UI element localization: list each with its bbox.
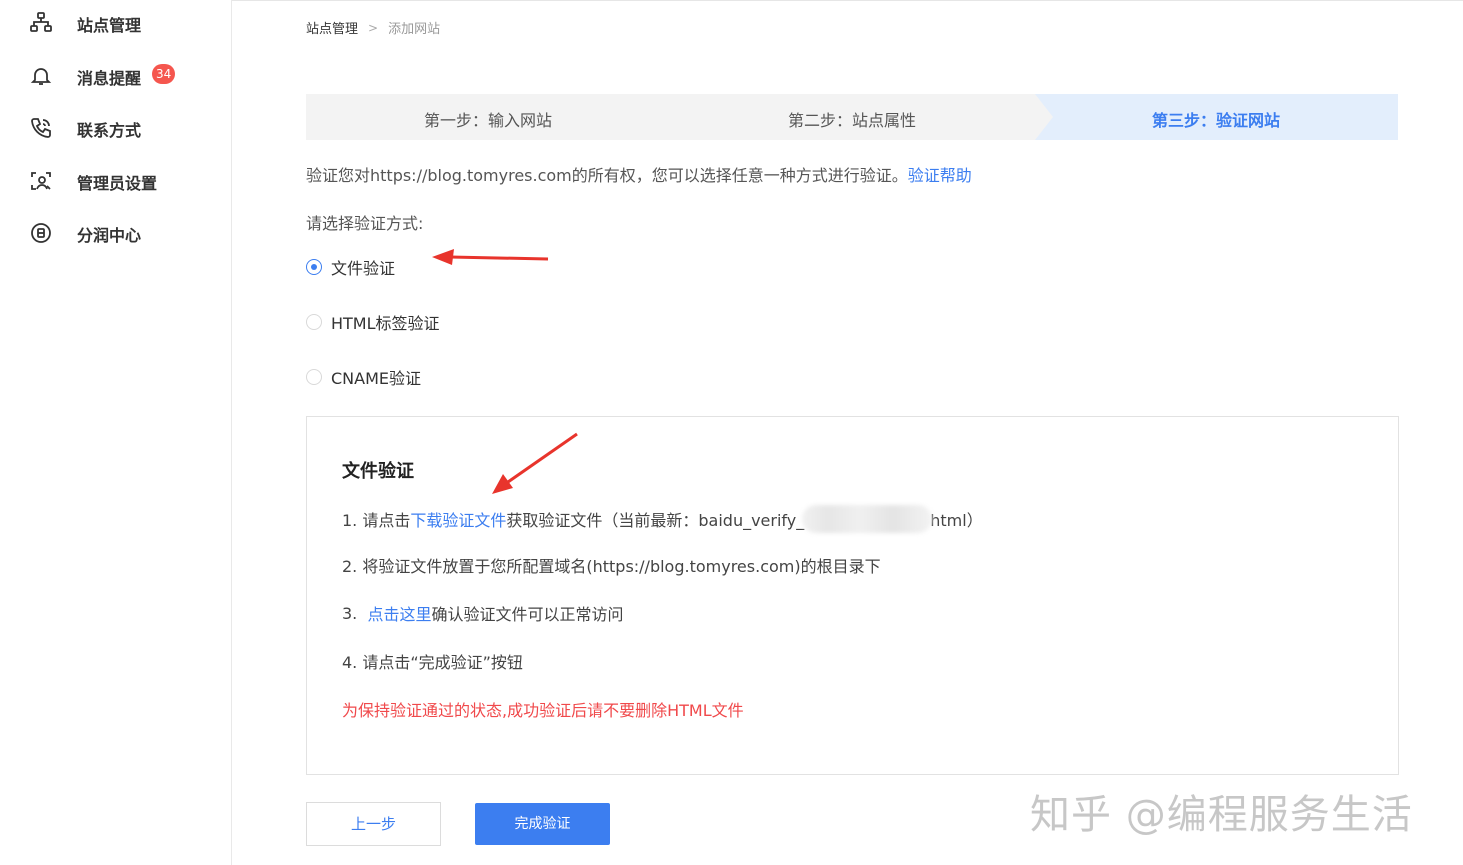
download-verify-file-link[interactable]: 下载验证文件 bbox=[410, 507, 506, 531]
radio-html-tag[interactable] bbox=[306, 314, 322, 330]
radio-cname-label: CNAME验证 bbox=[331, 369, 422, 388]
step-2-label: 第二步：站点属性 bbox=[788, 111, 917, 130]
sidebar-item-label: 管理员设置 bbox=[77, 174, 158, 193]
step1-middle: 获取验证文件（当前最新：baidu_verify_ bbox=[506, 511, 805, 530]
verification-help-link[interactable]: 验证帮助 bbox=[908, 166, 972, 185]
verification-description: 验证您对https://blog.tomyres.com的所有权，您可以选择任意… bbox=[306, 162, 972, 186]
check-access-link[interactable]: 点击这里 bbox=[367, 601, 431, 625]
sidebar-item-site-management[interactable]: 站点管理 bbox=[0, 2, 232, 42]
admin-user-icon bbox=[28, 168, 54, 194]
sidebar-item-label: 消息提醒 bbox=[77, 69, 142, 88]
breadcrumb-current: 添加网站 bbox=[388, 22, 441, 37]
radio-file-checked[interactable] bbox=[306, 259, 322, 275]
redacted-filename bbox=[802, 505, 933, 533]
step-progress: 第一步：输入网站 第二步：站点属性 第三步：验证网站 bbox=[306, 94, 1398, 140]
method-label: 请选择验证方式: bbox=[306, 214, 424, 233]
method-html-tag-option[interactable]: HTML标签验证 bbox=[306, 310, 440, 334]
step1-suffix: html） bbox=[930, 511, 983, 530]
step3-prefix: 3. bbox=[342, 603, 368, 623]
revenue-icon bbox=[28, 220, 54, 246]
finish-verification-button[interactable]: 完成验证 bbox=[475, 803, 610, 845]
keep-file-warning: 为保持验证通过的状态,成功验证后请不要删除HTML文件 bbox=[342, 701, 744, 720]
step-1: 第一步：输入网站 bbox=[306, 94, 676, 140]
sidebar-item-contact[interactable]: 联系方式 bbox=[0, 107, 232, 147]
step3-suffix: 确认验证文件可以正常访问 bbox=[431, 605, 624, 624]
sidebar-item-revenue-center[interactable]: 分润中心 bbox=[0, 212, 232, 252]
step-1-label: 第一步：输入网站 bbox=[424, 111, 553, 130]
radio-html-tag-label: HTML标签验证 bbox=[331, 314, 440, 333]
red-arrow-icon bbox=[432, 249, 549, 265]
phone-icon bbox=[28, 115, 54, 141]
instruction-step-1: 1. 请点击 下载验证文件 获取验证文件（当前最新：baidu_verify_ htm… bbox=[342, 505, 983, 533]
breadcrumb-root[interactable]: 站点管理 bbox=[306, 18, 358, 37]
sidebar-item-notifications[interactable]: 消息提醒 34 bbox=[0, 55, 232, 95]
step-3-active: 第三步：验证网站 bbox=[1036, 94, 1398, 140]
sidebar: 站点管理 消息提醒 34 联系方式 管理员设置 分润中心 bbox=[0, 0, 232, 865]
step1-prefix: 1. 请点击 bbox=[342, 511, 411, 530]
step-2: 第二步：站点属性 bbox=[676, 94, 1036, 140]
sidebar-item-label: 站点管理 bbox=[77, 16, 142, 35]
instruction-step-2: 2. 将验证文件放置于您所配置域名(https://blog.tomyres.c… bbox=[342, 557, 881, 576]
file-verify-panel: 文件验证 1. 请点击 下载验证文件 获取验证文件（当前最新：baidu_verif… bbox=[306, 416, 1399, 775]
method-cname-option[interactable]: CNAME验证 bbox=[306, 365, 421, 389]
breadcrumb-separator: > bbox=[368, 20, 379, 35]
watermark: 知乎 @编程服务生活 bbox=[1030, 792, 1413, 838]
sidebar-item-label: 分润中心 bbox=[77, 226, 142, 245]
previous-step-button[interactable]: 上一步 bbox=[306, 802, 441, 846]
instruction-step-4: 4. 请点击“完成验证”按钮 bbox=[342, 653, 523, 672]
sidebar-item-admin-settings[interactable]: 管理员设置 bbox=[0, 160, 232, 200]
instruction-step-3: 3. 点击这里 确认验证文件可以正常访问 bbox=[342, 601, 623, 625]
bell-icon bbox=[28, 63, 54, 89]
method-file-option[interactable]: 文件验证 bbox=[306, 255, 395, 279]
description-text: 验证您对https://blog.tomyres.com的所有权，您可以选择任意… bbox=[306, 166, 908, 185]
file-verify-title: 文件验证 bbox=[342, 461, 414, 482]
sidebar-item-label: 联系方式 bbox=[77, 121, 142, 140]
breadcrumb: 站点管理 > 添加网站 bbox=[306, 18, 441, 38]
radio-file-label: 文件验证 bbox=[331, 259, 396, 278]
notification-count-badge: 34 bbox=[152, 64, 176, 84]
step-3-label: 第三步：验证网站 bbox=[1152, 111, 1281, 130]
radio-cname[interactable] bbox=[306, 369, 322, 385]
sitemap-icon bbox=[28, 10, 54, 36]
